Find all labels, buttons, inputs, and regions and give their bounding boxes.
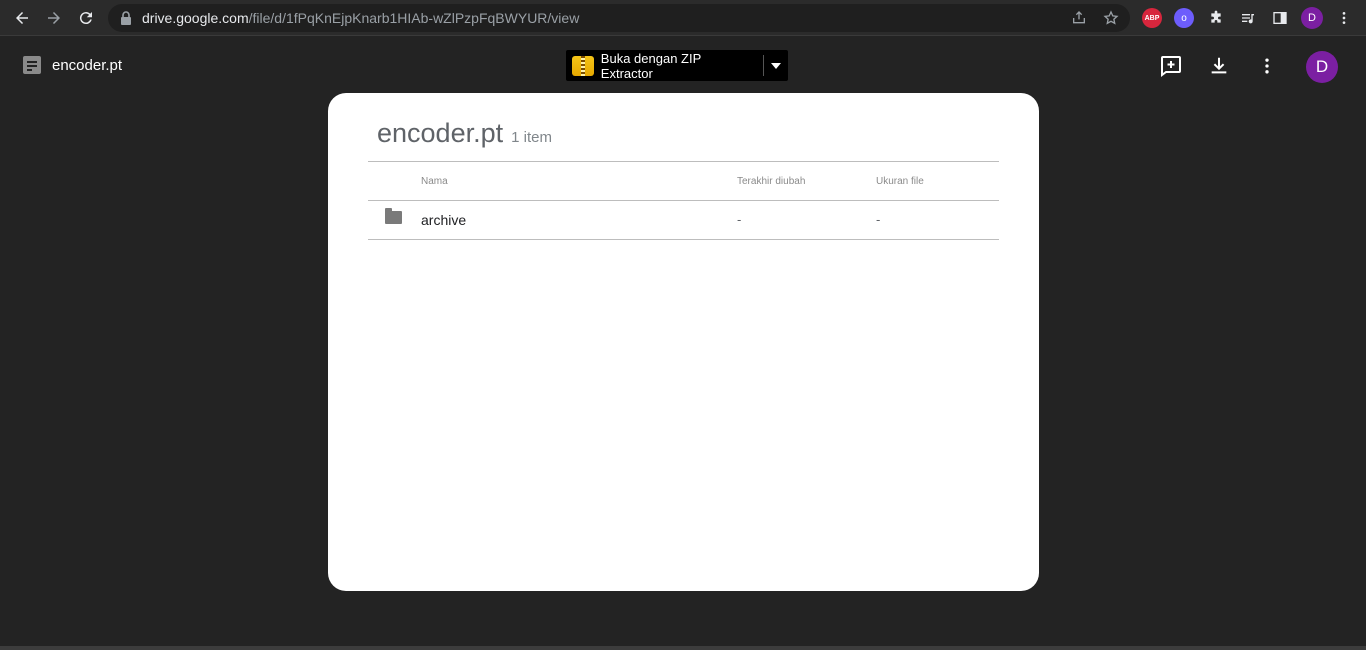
caret-down-icon[interactable] [764,62,788,69]
side-panel-icon[interactable] [1270,8,1290,28]
forward-button[interactable] [42,6,66,30]
column-name-header: Nama [421,176,448,187]
address-bar[interactable]: drive.google.com/file/d/1fPqKnEjpKnarb1H… [108,4,1130,32]
bottom-divider [0,646,1366,650]
back-button[interactable] [10,6,34,30]
extension-icon[interactable]: o [1174,8,1194,28]
archive-preview-card: encoder.pt 1 item Nama Terakhir diubah Uk… [328,93,1039,591]
archive-title-text: encoder.pt [377,118,504,148]
open-with-button[interactable]: Buka dengan ZIP Extractor [566,50,788,81]
reload-button[interactable] [74,6,98,30]
lock-icon [121,11,131,25]
row-size: - [876,212,881,227]
archive-title: encoder.pt 1 item [377,118,552,149]
more-options-icon[interactable] [1254,53,1280,79]
open-with-label: Buka dengan ZIP Extractor [600,50,702,81]
folder-icon [385,208,402,224]
bookmark-star-icon[interactable] [1102,9,1120,27]
zip-extractor-icon [572,55,594,76]
browser-toolbar: drive.google.com/file/d/1fPqKnEjpKnarb1H… [0,0,1366,36]
url-path: /file/d/1fPqKnEjpKnarb1HIAb-wZlPzpFqBWYU… [248,10,580,26]
column-modified-header: Terakhir diubah [737,176,806,187]
row-name: archive [421,212,467,228]
column-size-header: Ukuran file [876,176,924,187]
item-count: 1 item [511,129,552,146]
archive-table: Nama Terakhir diubah Ukuran file archive… [368,161,999,240]
reload-icon [79,12,92,25]
puzzle-extensions-icon[interactable] [1206,8,1226,28]
browser-profile-avatar[interactable]: D [1301,7,1323,29]
row-modified: - [737,212,742,227]
viewer-file-name: encoder.pt [52,57,123,74]
account-avatar[interactable]: D [1306,51,1338,83]
document-icon [23,56,41,74]
download-icon[interactable] [1206,53,1232,79]
url-host: drive.google.com [142,10,249,26]
arrow-right-icon [48,12,60,24]
arrow-left-icon [16,12,28,24]
browser-menu-icon[interactable] [1334,8,1354,28]
adblock-extension-icon[interactable]: ABP [1142,8,1162,28]
media-queue-icon[interactable] [1238,8,1258,28]
url-text: drive.google.com/file/d/1fPqKnEjpKnarb1H… [142,10,579,26]
add-comment-icon[interactable] [1158,53,1184,79]
table-row[interactable]: archive - - [368,201,999,240]
viewer-header: encoder.pt Buka dengan ZIP Extractor D [0,37,1366,95]
share-icon[interactable] [1070,9,1088,27]
table-header: Nama Terakhir diubah Ukuran file [368,161,999,201]
